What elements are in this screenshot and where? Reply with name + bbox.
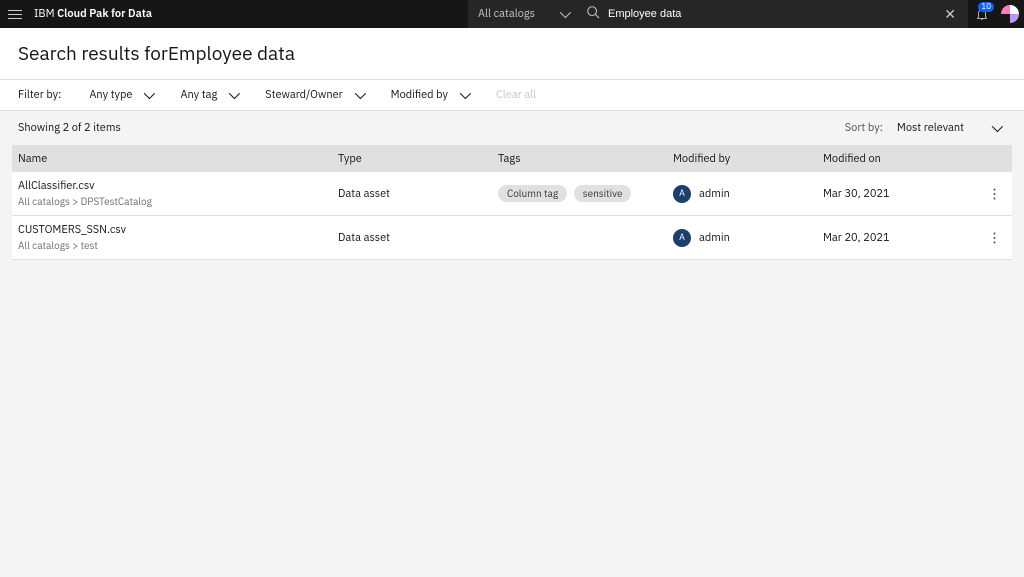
modified-by-cell: A admin: [673, 229, 823, 247]
chevron-down-icon: [229, 88, 240, 99]
brand-label: IBM Cloud Pak for Data: [34, 7, 152, 21]
table-header-row: Name Type Tags Modified by Modified on: [12, 145, 1012, 172]
global-header: IBM Cloud Pak for Data All catalogs ✕ 10: [0, 0, 1024, 28]
col-header-type[interactable]: Type: [338, 152, 498, 166]
search-icon: [586, 5, 600, 23]
asset-name-link[interactable]: AllClassifier.csv: [18, 179, 338, 193]
page-title: Search results forEmployee data: [18, 42, 1006, 66]
chevron-down-icon: [992, 121, 1003, 132]
type-cell: Data asset: [338, 187, 498, 201]
col-header-tags[interactable]: Tags: [498, 152, 673, 166]
results-count: Showing 2 of 2 items: [18, 121, 121, 135]
breadcrumb: All catalogs > test: [18, 239, 338, 252]
filter-type[interactable]: Any type: [89, 88, 152, 102]
chevron-down-icon: [560, 7, 571, 18]
table-row[interactable]: CUSTOMERS_SSN.csv All catalogs > test Da…: [12, 216, 1012, 260]
filter-modified-by[interactable]: Modified by: [391, 88, 468, 102]
search-input[interactable]: [608, 8, 932, 20]
global-search: ✕: [578, 0, 968, 28]
app-switcher-icon[interactable]: [996, 0, 1024, 28]
clear-all-filters[interactable]: Clear all: [496, 88, 536, 102]
filter-bar: Filter by: Any type Any tag Steward/Owne…: [0, 79, 1024, 111]
modified-by-cell: A admin: [673, 185, 823, 203]
catalog-selector-label: All catalogs: [478, 7, 535, 21]
tag-chip[interactable]: Column tag: [498, 185, 567, 202]
modified-by-name: admin: [699, 187, 730, 201]
header-left: IBM Cloud Pak for Data: [0, 6, 468, 22]
breadcrumb: All catalogs > DPSTestCatalog: [18, 195, 338, 208]
asset-name-link[interactable]: CUSTOMERS_SSN.csv: [18, 223, 338, 237]
hamburger-menu-icon[interactable]: [8, 6, 24, 22]
modified-on-cell: Mar 30, 2021: [823, 187, 982, 201]
tag-chip[interactable]: sensitive: [574, 185, 632, 202]
col-header-modified-on[interactable]: Modified on: [823, 152, 982, 166]
filter-steward[interactable]: Steward/Owner: [265, 88, 362, 102]
results-table: Name Type Tags Modified by Modified on A…: [12, 145, 1012, 260]
name-cell: CUSTOMERS_SSN.csv All catalogs > test: [18, 223, 338, 252]
row-overflow-menu[interactable]: [982, 232, 1006, 244]
page-title-bar: Search results forEmployee data: [0, 28, 1024, 79]
sort-by-label: Sort by:: [845, 121, 883, 135]
results-meta-row: Showing 2 of 2 items Sort by: Most relev…: [0, 111, 1024, 145]
filter-tag[interactable]: Any tag: [180, 88, 237, 102]
header-right: 10: [968, 0, 1024, 28]
catalog-selector[interactable]: All catalogs: [468, 0, 578, 28]
modified-on-cell: Mar 20, 2021: [823, 231, 982, 245]
chevron-down-icon: [460, 88, 471, 99]
name-cell: AllClassifier.csv All catalogs > DPSTest…: [18, 179, 338, 208]
sort-group: Sort by: Most relevant: [845, 121, 1006, 135]
type-cell: Data asset: [338, 231, 498, 245]
chevron-down-icon: [144, 88, 155, 99]
col-header-modified-by[interactable]: Modified by: [673, 152, 823, 166]
modified-by-name: admin: [699, 231, 730, 245]
tags-cell: Column tag sensitive: [498, 185, 673, 202]
avatar: A: [673, 229, 691, 247]
filter-by-label: Filter by:: [18, 88, 61, 102]
clear-search-icon[interactable]: ✕: [940, 5, 960, 23]
table-row[interactable]: AllClassifier.csv All catalogs > DPSTest…: [12, 172, 1012, 216]
chevron-down-icon: [354, 88, 365, 99]
row-overflow-menu[interactable]: [982, 188, 1006, 200]
avatar: A: [673, 185, 691, 203]
notification-badge: 10: [978, 2, 994, 12]
col-header-name[interactable]: Name: [18, 152, 338, 166]
notifications-button[interactable]: 10: [968, 0, 996, 28]
sort-select[interactable]: Most relevant: [897, 121, 1006, 135]
